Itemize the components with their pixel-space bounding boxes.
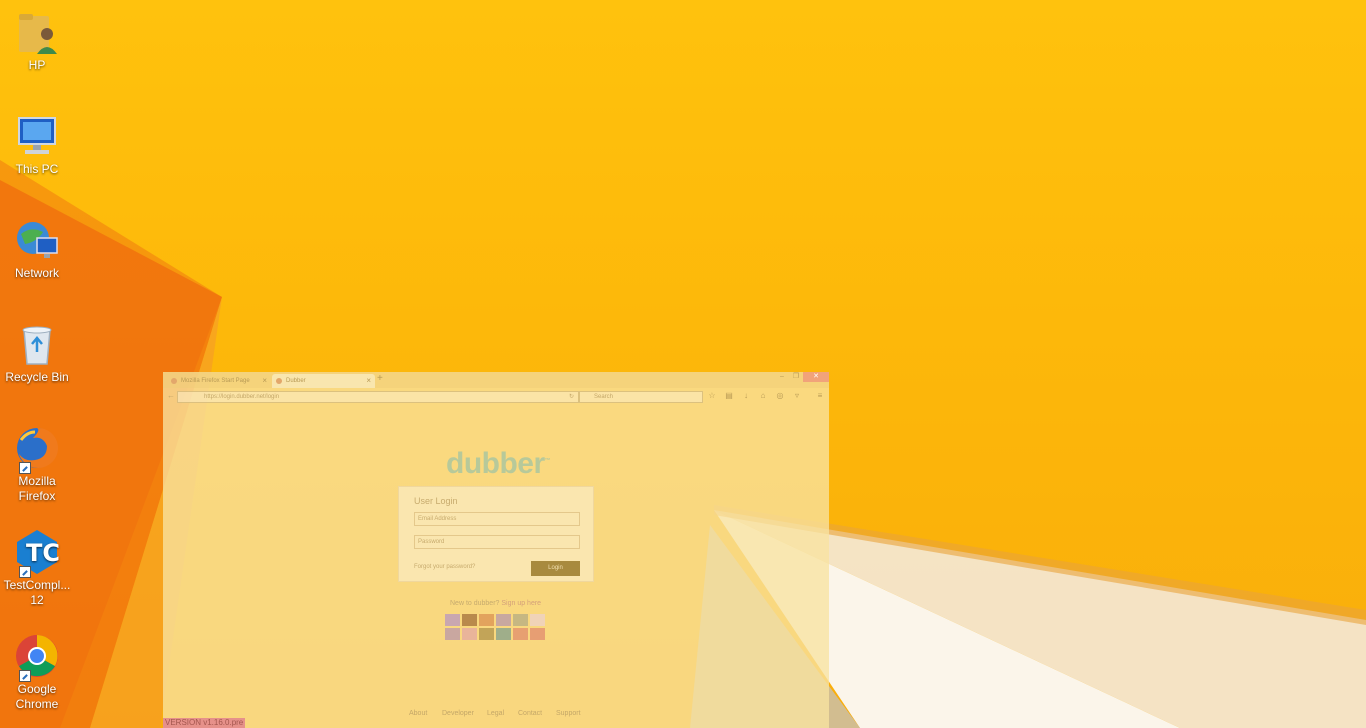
firefox-icon (13, 424, 61, 474)
navigation-bar: ← https://login.dubber.net/login ↻ Searc… (163, 389, 829, 405)
forgot-password-link[interactable]: Forgot your password? (414, 564, 475, 570)
desktop-icon-label: Google Chrome (15, 682, 59, 711)
login-button[interactable]: Login (531, 561, 580, 576)
url-text: https://login.dubber.net/login (204, 394, 280, 400)
sweden-flag[interactable] (496, 628, 511, 640)
reload-icon[interactable]: ↻ (569, 392, 574, 402)
firefox-favicon-icon (171, 378, 177, 384)
footer-legal-link[interactable]: Legal (487, 710, 504, 717)
desktop-icon-mozilla-firefox[interactable]: Mozilla Firefox (0, 424, 74, 504)
tab-title: Dubber (286, 378, 306, 384)
tab-firefox-start-page[interactable]: Mozilla Firefox Start Page × (167, 374, 271, 388)
desktop-icon-recycle-bin[interactable]: Recycle Bin (0, 320, 74, 385)
language-flags (445, 614, 551, 640)
bookmark-star-icon[interactable]: ☆ (707, 391, 717, 401)
taiwan-flag[interactable] (530, 628, 545, 640)
germany-flag[interactable] (462, 614, 477, 626)
dubber-logo: dubber™ (446, 447, 551, 480)
shortcut-arrow-icon (19, 670, 31, 682)
password-field[interactable]: Password (414, 535, 580, 549)
close-window-icon[interactable]: ✕ (803, 372, 829, 382)
desktop-icon-label: HP (28, 58, 46, 72)
maximize-icon[interactable]: ❐ (789, 372, 803, 382)
url-bar[interactable]: https://login.dubber.net/login ↻ (177, 391, 579, 403)
desktop-icon-google-chrome[interactable]: Google Chrome (0, 632, 74, 712)
shortcut-arrow-icon (19, 566, 31, 578)
footer-contact-link[interactable]: Contact (518, 710, 542, 717)
france-flag[interactable] (496, 614, 511, 626)
desktop-icon-label: Network (14, 266, 59, 280)
desktop-icon-hp[interactable]: HP (0, 8, 74, 73)
italy-flag[interactable] (513, 614, 528, 626)
desktop-icon-label: TestCompl... 12 (3, 578, 71, 607)
svg-text:TC: TC (26, 539, 60, 567)
sync-icon[interactable]: ◎ (775, 391, 785, 401)
back-icon[interactable]: ← (167, 391, 175, 400)
desktop-icon-label: This PC (15, 162, 59, 176)
chrome-icon (13, 632, 61, 682)
tab-dubber[interactable]: Dubber × (272, 374, 375, 388)
portugal-flag[interactable] (479, 628, 494, 640)
minimize-icon[interactable]: – (775, 372, 789, 382)
pocket-icon[interactable]: ▿ (792, 391, 802, 401)
desktop-icon-this-pc[interactable]: This PC (0, 112, 74, 177)
testcomplete-icon: TC (13, 528, 61, 578)
window-controls: – ❐ ✕ (775, 372, 829, 384)
toolbar-icons: ☆ ▤ ↓ ⌂ ◎ ▿ ≡ (707, 391, 825, 401)
signup-prompt: New to dubber? Sign up here (450, 600, 542, 607)
login-title: User Login (414, 496, 458, 506)
version-label: VERSION v1.16.0.pre (163, 718, 246, 728)
china-flag[interactable] (513, 628, 528, 640)
desktop-icon-testcomplete[interactable]: TC TestCompl... 12 (0, 528, 74, 608)
netherlands-flag[interactable] (445, 628, 460, 640)
desktop-icon-network[interactable]: Network (0, 216, 74, 281)
uk-flag[interactable] (445, 614, 460, 626)
search-placeholder: Search (594, 394, 614, 400)
email-field[interactable]: Email Address (414, 512, 580, 526)
footer-developer-link[interactable]: Developer (442, 710, 474, 717)
firefox-window[interactable]: Mozilla Firefox Start Page × Dubber × + … (163, 372, 829, 728)
japan-flag[interactable] (530, 614, 545, 626)
new-tab-icon[interactable]: + (377, 373, 383, 384)
home-icon[interactable]: ⌂ (758, 391, 768, 401)
user-folder-icon (13, 8, 61, 56)
computer-icon (13, 112, 61, 160)
tab-title: Mozilla Firefox Start Page (181, 378, 250, 384)
footer-about-link[interactable]: About (409, 710, 427, 717)
signup-link[interactable]: Sign up here (501, 600, 541, 607)
poland-flag[interactable] (462, 628, 477, 640)
login-panel: User Login Email Address Password Forgot… (398, 486, 594, 582)
dubber-favicon-icon (276, 378, 282, 384)
close-tab-icon[interactable]: × (262, 374, 267, 388)
footer-support-link[interactable]: Support (556, 710, 581, 717)
recycle-bin-icon (13, 320, 61, 368)
download-icon[interactable]: ↓ (741, 391, 751, 401)
desktop-icon-label: Mozilla Firefox (18, 474, 56, 503)
network-icon (13, 216, 61, 264)
shortcut-arrow-icon (19, 462, 31, 474)
menu-icon[interactable]: ≡ (815, 391, 825, 401)
spain-flag[interactable] (479, 614, 494, 626)
close-tab-icon[interactable]: × (366, 374, 371, 388)
desktop-icon-label: Recycle Bin (5, 370, 69, 384)
tab-bar: Mozilla Firefox Start Page × Dubber × + … (163, 372, 829, 388)
bookmarks-list-icon[interactable]: ▤ (724, 391, 734, 401)
search-input[interactable]: Search (579, 391, 703, 403)
